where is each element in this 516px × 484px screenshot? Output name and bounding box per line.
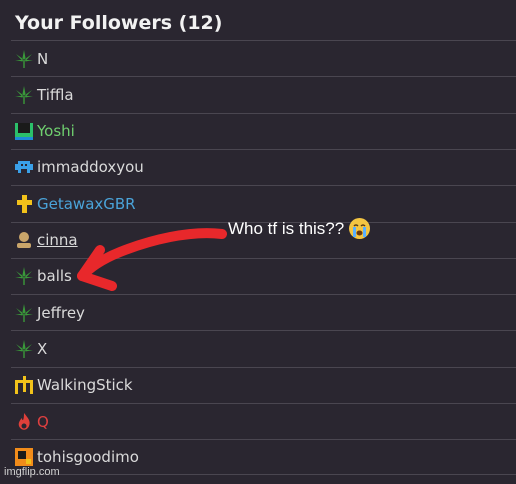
follower-name[interactable]: WalkingStick: [37, 376, 133, 394]
follower-name[interactable]: balls: [37, 267, 72, 285]
person-silhouette-icon: [13, 229, 35, 251]
follower-row[interactable]: balls: [11, 257, 516, 294]
follower-name[interactable]: Yoshi: [37, 122, 75, 140]
follower-name[interactable]: X: [37, 340, 47, 358]
follower-name[interactable]: Q: [37, 413, 49, 431]
weed-leaf-icon: [13, 84, 35, 106]
follower-row[interactable]: Tiffla: [11, 76, 516, 112]
imgflip-watermark: imgflip.com: [4, 466, 60, 478]
crying-face-icon: [349, 218, 371, 239]
follower-name[interactable]: tohisgoodimo: [37, 448, 139, 466]
follower-name[interactable]: GetawaxGBR: [37, 195, 136, 213]
follower-row[interactable]: GetawaxGBR: [11, 185, 516, 221]
walking-stick-icon: [13, 374, 35, 396]
green-pixel-icon: [13, 120, 35, 142]
annotation-label: Who tf is this??: [228, 218, 345, 238]
follower-name[interactable]: Jeffrey: [37, 304, 85, 322]
fire-icon: [13, 411, 35, 433]
follower-name[interactable]: cinna: [37, 231, 78, 249]
orange-square-icon: [13, 446, 35, 468]
yellow-cross-icon: [13, 193, 35, 215]
follower-row[interactable]: Jeffrey: [11, 294, 516, 330]
follower-name[interactable]: N: [37, 50, 48, 68]
follower-row[interactable]: WalkingStick: [11, 366, 516, 403]
followers-panel: Your Followers (12) N Tiffla Yoshi immaddox…: [0, 0, 516, 484]
follower-row[interactable]: tohisgoodimo: [11, 439, 516, 476]
weed-leaf-icon: [13, 338, 35, 360]
space-invader-icon: [13, 156, 35, 178]
follower-name[interactable]: immaddoxyou: [37, 158, 144, 176]
weed-leaf-icon: [13, 48, 35, 70]
follower-name[interactable]: Tiffla: [37, 86, 74, 104]
follower-row[interactable]: immaddoxyou: [11, 148, 516, 185]
weed-leaf-icon: [13, 265, 35, 287]
annotation-text: Who tf is this??: [228, 218, 371, 239]
follower-row[interactable]: Q: [11, 403, 516, 439]
follower-row[interactable]: N: [11, 40, 516, 76]
weed-leaf-icon: [13, 302, 35, 324]
follower-row[interactable]: Yoshi: [11, 112, 516, 149]
followers-title: Your Followers (12): [15, 12, 223, 34]
follower-row[interactable]: X: [11, 330, 516, 366]
